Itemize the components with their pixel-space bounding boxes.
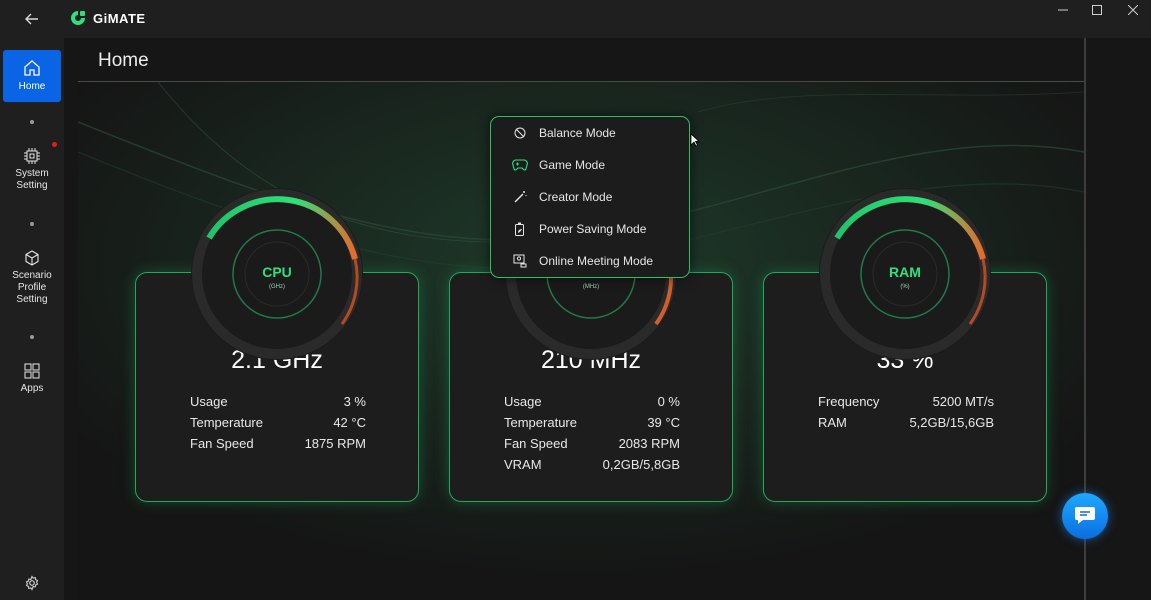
page-title: Home <box>98 50 149 71</box>
stat-value: 3 % <box>343 394 366 409</box>
cpu-gauge: CPU (GHz) <box>187 184 367 364</box>
meeting-icon <box>512 253 528 269</box>
sidebar-item-label: Scenario Profile Setting <box>12 270 52 305</box>
ram-gauge-label: RAM <box>889 264 921 280</box>
menu-item-online-meeting-mode[interactable]: Online Meeting Mode <box>491 247 689 275</box>
cpu-gauge-unit: (GHz) <box>269 284 285 290</box>
ram-gauge: RAM (%) <box>815 184 995 364</box>
gpu-stat-row: Usage 0 % <box>504 394 680 409</box>
app-title: GiMATE <box>93 11 146 26</box>
ram-stat-row: RAM 5,2GB/15,6GB <box>818 415 994 430</box>
stat-value: 5200 MT/s <box>932 394 994 409</box>
mode-menu: Balance Mode Game Mode Creator Mode Powe… <box>490 116 690 278</box>
gpu-stat-row: Fan Speed 2083 RPM <box>504 436 680 451</box>
stat-value: 42 °C <box>333 415 366 430</box>
notification-badge <box>52 142 57 147</box>
apps-grid-icon <box>24 363 40 379</box>
stat-label: VRAM <box>504 457 542 472</box>
sidebar-item-scenario-profile[interactable]: Scenario Profile Setting <box>3 250 61 316</box>
chat-bubble-icon <box>1075 507 1095 524</box>
maximize-button[interactable] <box>1077 0 1117 20</box>
gpu-gauge-unit: (MHz) <box>582 284 600 290</box>
stat-label: Usage <box>504 394 542 409</box>
menu-item-label: Power Saving Mode <box>539 222 647 236</box>
sidebar-item-home[interactable]: Home <box>3 50 61 102</box>
menu-item-balance-mode[interactable]: Balance Mode <box>491 119 689 147</box>
gamepad-icon <box>512 157 528 173</box>
mouse-cursor-icon <box>690 133 700 147</box>
menu-item-creator-mode[interactable]: Creator Mode <box>491 183 689 211</box>
minimize-icon <box>1058 9 1068 11</box>
title-divider <box>78 81 1086 82</box>
close-icon <box>1128 5 1138 15</box>
back-button[interactable] <box>20 9 44 29</box>
cpu-stat-row: Temperature 42 °C <box>190 415 366 430</box>
stat-value: 0 % <box>657 394 680 409</box>
menu-item-label: Game Mode <box>539 158 606 172</box>
stat-label: Fan Speed <box>190 436 254 451</box>
stat-value: 39 °C <box>647 415 680 430</box>
menu-item-label: Balance Mode <box>539 126 616 140</box>
sidebar-item-system-setting[interactable]: System Setting <box>3 148 61 200</box>
cpu-stat-row: Usage 3 % <box>190 394 366 409</box>
cpu-stat-row: Fan Speed 1875 RPM <box>190 436 366 451</box>
chip-icon <box>24 148 40 164</box>
stat-label: Temperature <box>190 415 263 430</box>
title-bar: GiMATE <box>0 0 1151 38</box>
stat-label: Fan Speed <box>504 436 568 451</box>
menu-item-label: Online Meeting Mode <box>539 254 654 268</box>
sidebar-item-label: Apps <box>20 383 44 394</box>
sidebar: Home System Setting Scenario Profile Set… <box>0 38 64 600</box>
menu-item-power-saving-mode[interactable]: Power Saving Mode <box>491 215 689 243</box>
menu-item-label: Creator Mode <box>539 190 613 204</box>
ram-gauge-unit: (%) <box>900 284 910 290</box>
stat-label: Usage <box>190 394 228 409</box>
stat-label: RAM <box>818 415 847 430</box>
cube-icon <box>25 250 39 266</box>
gpu-stat-row: Temperature 39 °C <box>504 415 680 430</box>
cpu-gauge-label: CPU <box>262 264 292 280</box>
gpu-stat-row: VRAM 0,2GB/5,8GB <box>504 457 680 472</box>
chat-support-button[interactable] <box>1062 493 1108 539</box>
stat-value: 5,2GB/15,6GB <box>909 415 994 430</box>
gimate-logo-icon <box>71 11 85 25</box>
magic-wand-icon <box>512 189 528 205</box>
sidebar-item-apps[interactable]: Apps <box>3 363 61 403</box>
ram-stat-row: Frequency 5200 MT/s <box>818 394 994 409</box>
main-content: Home 2.1 GHz Usage3 % Temperature42 °C F… <box>64 38 1151 600</box>
nav-separator-dot <box>30 335 34 339</box>
battery-leaf-icon <box>512 221 528 237</box>
stat-value: 0,2GB/5,8GB <box>602 457 680 472</box>
maximize-icon <box>1092 5 1102 15</box>
close-button[interactable] <box>1113 0 1151 20</box>
stat-label: Temperature <box>504 415 577 430</box>
stat-label: Frequency <box>818 394 880 409</box>
stat-value: 1875 RPM <box>304 436 366 451</box>
sidebar-item-label: Home <box>18 81 46 92</box>
sidebar-item-label: System Setting <box>15 168 49 191</box>
balance-icon <box>512 125 528 141</box>
nav-separator-dot <box>30 120 34 124</box>
nav-separator-dot <box>30 222 34 226</box>
home-icon <box>24 60 40 76</box>
gear-icon[interactable] <box>24 575 40 591</box>
back-arrow-icon <box>25 13 38 25</box>
stat-value: 2083 RPM <box>618 436 680 451</box>
menu-item-game-mode[interactable]: Game Mode <box>491 151 689 179</box>
